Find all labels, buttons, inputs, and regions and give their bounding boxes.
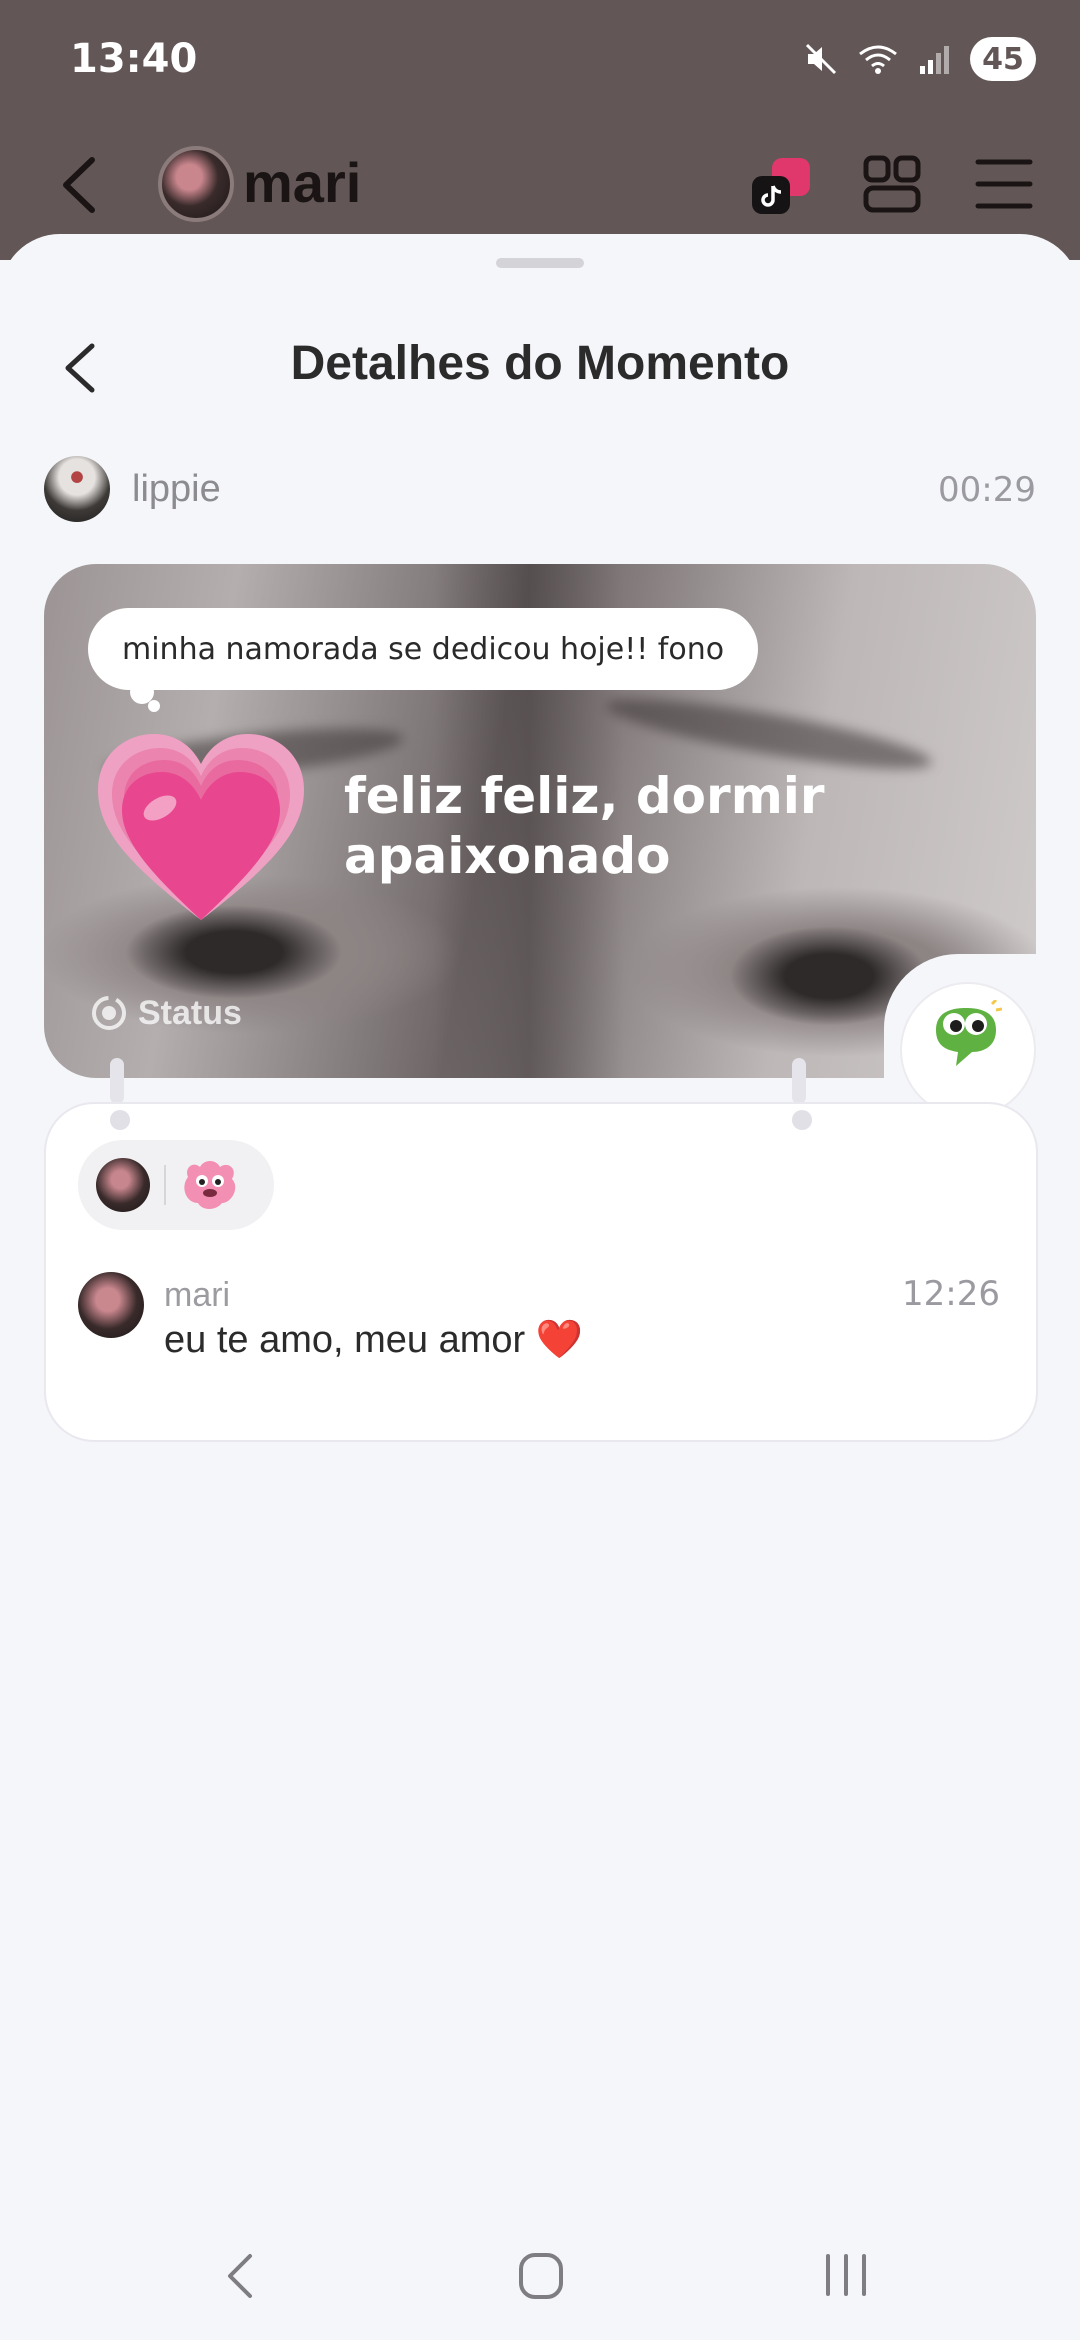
widgets-icon[interactable] — [862, 154, 922, 214]
nav-recents-icon[interactable] — [822, 2252, 870, 2298]
status-text: feliz feliz, dormir apaixonado — [344, 767, 825, 885]
moment-time: 00:29 — [938, 470, 1036, 510]
author-avatar[interactable] — [44, 456, 110, 522]
contact-name[interactable]: mari — [243, 150, 361, 215]
reactor-avatar — [96, 1158, 150, 1212]
back-arrow-icon[interactable] — [52, 154, 108, 216]
comment-author[interactable]: mari — [164, 1276, 230, 1315]
reactions-pill[interactable] — [78, 1140, 274, 1230]
comment-avatar[interactable] — [78, 1272, 144, 1338]
caption-bubble: minha namorada se dedicou hoje!! fono — [88, 608, 759, 690]
card-connector — [792, 1058, 806, 1104]
comment-time: 12:26 — [902, 1274, 1000, 1314]
signal-icon — [920, 46, 949, 74]
author-name[interactable]: lippie — [132, 468, 221, 511]
status-label: Status — [138, 993, 242, 1032]
page-title: Detalhes do Momento — [290, 337, 790, 390]
frog-sticker-icon — [936, 1000, 1002, 1066]
wifi-icon — [859, 45, 897, 74]
status-ring-icon — [92, 996, 126, 1030]
pink-blob-sticker-icon — [184, 1161, 236, 1209]
backdrop[interactable]: 13:40 45 mari — [0, 0, 1080, 260]
tiktok-icon[interactable] — [748, 154, 814, 220]
battery-indicator: 45 — [970, 37, 1036, 81]
card-connector — [110, 1058, 124, 1104]
menu-icon[interactable] — [974, 156, 1034, 212]
nav-back-icon[interactable] — [222, 2246, 258, 2306]
comment-text: eu te amo, meu amor ❤️ — [164, 1319, 584, 1361]
status-icons: 45 — [804, 36, 1036, 82]
drag-handle[interactable] — [496, 258, 584, 268]
bubble-tail — [148, 700, 160, 712]
mute-icon — [805, 43, 837, 75]
nav-home-icon[interactable] — [518, 2250, 564, 2302]
status-time: 13:40 — [70, 36, 198, 82]
contact-avatar[interactable] — [158, 146, 234, 222]
heart-icon — [98, 734, 304, 920]
status-tag: Status — [90, 990, 242, 1036]
